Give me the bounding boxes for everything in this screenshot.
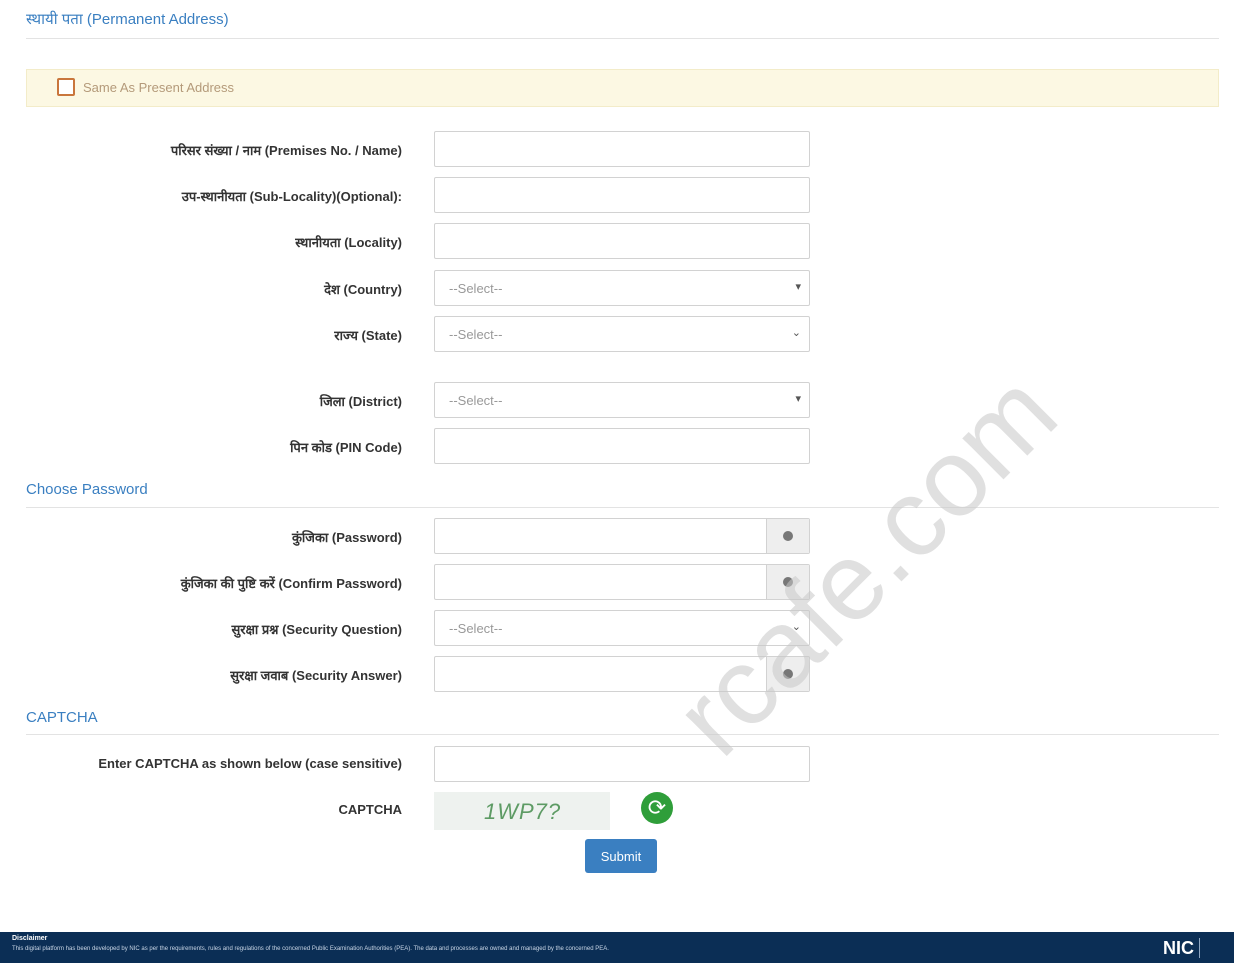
same-as-present-notice: Same As Present Address: [26, 69, 1219, 107]
locality-label: स्थानीयता (Locality): [295, 235, 402, 250]
confirm-password-row: कुंजिका की पुष्टि करें (Confirm Password…: [0, 564, 1234, 600]
captcha-code: 1WP7?: [484, 799, 562, 824]
captcha-title: CAPTCHA: [26, 709, 98, 726]
password-row: कुंजिका (Password): [0, 518, 1234, 554]
password-input[interactable]: [434, 518, 810, 554]
pin-code-label: पिन कोड (PIN Code): [290, 440, 402, 455]
confirm-password-label: कुंजिका की पुष्टि करें (Confirm Password…: [180, 576, 402, 591]
same-as-present-checkbox[interactable]: [57, 78, 75, 96]
refresh-icon[interactable]: ⟳: [641, 792, 673, 824]
same-as-present-label: Same As Present Address: [83, 80, 235, 95]
sub-locality-label: उप-स्थानीयता (Sub-Locality)(Optional):: [181, 189, 402, 204]
country-label: देश (Country): [324, 282, 402, 297]
state-value: --Select--: [449, 327, 503, 342]
locality-input[interactable]: [434, 223, 810, 259]
nic-logo-mark: [1199, 938, 1226, 958]
divider: [26, 507, 1219, 508]
premises-row: परिसर संख्या / नाम (Premises No. / Name): [0, 131, 1234, 167]
captcha-entry-label: Enter CAPTCHA as shown below (case sensi…: [98, 756, 402, 771]
footer-text: This digital platform has been developed…: [12, 946, 609, 952]
security-question-value: --Select--: [449, 621, 503, 636]
eye-icon: [783, 531, 793, 541]
country-row: देश (Country) --Select-- ▾: [0, 270, 1234, 306]
nic-logo: NIC: [1163, 938, 1194, 958]
security-question-row: सुरक्षा प्रश्न (Security Question) --Sel…: [0, 610, 1234, 646]
sub-locality-input[interactable]: [434, 177, 810, 213]
divider: [26, 38, 1219, 39]
country-value: --Select--: [449, 281, 503, 296]
footer: Disclaimer This digital platform has bee…: [0, 932, 1234, 963]
state-select[interactable]: --Select-- ⌄: [434, 316, 810, 352]
choose-password-title: Choose Password: [26, 481, 148, 498]
captcha-label: CAPTCHA: [338, 802, 402, 817]
premises-label: परिसर संख्या / नाम (Premises No. / Name): [170, 143, 402, 158]
district-select[interactable]: --Select-- ▾: [434, 382, 810, 418]
captcha-image-row: CAPTCHA: [0, 792, 1234, 828]
captcha-image: 1WP7?: [434, 792, 610, 830]
chevron-down-icon: ⌄: [791, 327, 801, 339]
submit-button[interactable]: Submit: [585, 839, 657, 873]
chevron-down-icon: ▾: [795, 393, 801, 405]
footer-title: Disclaimer: [12, 935, 48, 942]
district-label: जिला (District): [319, 394, 402, 409]
security-question-label: सुरक्षा प्रश्न (Security Question): [231, 622, 402, 637]
state-label: राज्य (State): [334, 328, 402, 343]
country-select[interactable]: --Select-- ▾: [434, 270, 810, 306]
password-label: कुंजिका (Password): [291, 530, 402, 545]
captcha-entry-row: Enter CAPTCHA as shown below (case sensi…: [0, 746, 1234, 782]
security-answer-label: सुरक्षा जवाब (Security Answer): [230, 668, 402, 683]
pin-code-input[interactable]: [434, 428, 810, 464]
sub-locality-row: उप-स्थानीयता (Sub-Locality)(Optional):: [0, 177, 1234, 213]
divider: [26, 734, 1219, 735]
locality-row: स्थानीयता (Locality): [0, 223, 1234, 259]
district-value: --Select--: [449, 393, 503, 408]
chevron-down-icon: ▾: [795, 281, 801, 293]
state-row: राज्य (State) --Select-- ⌄: [0, 316, 1234, 352]
permanent-address-title: स्थायी पता (Permanent Address): [26, 11, 229, 28]
security-answer-row: सुरक्षा जवाब (Security Answer): [0, 656, 1234, 692]
premises-input[interactable]: [434, 131, 810, 167]
